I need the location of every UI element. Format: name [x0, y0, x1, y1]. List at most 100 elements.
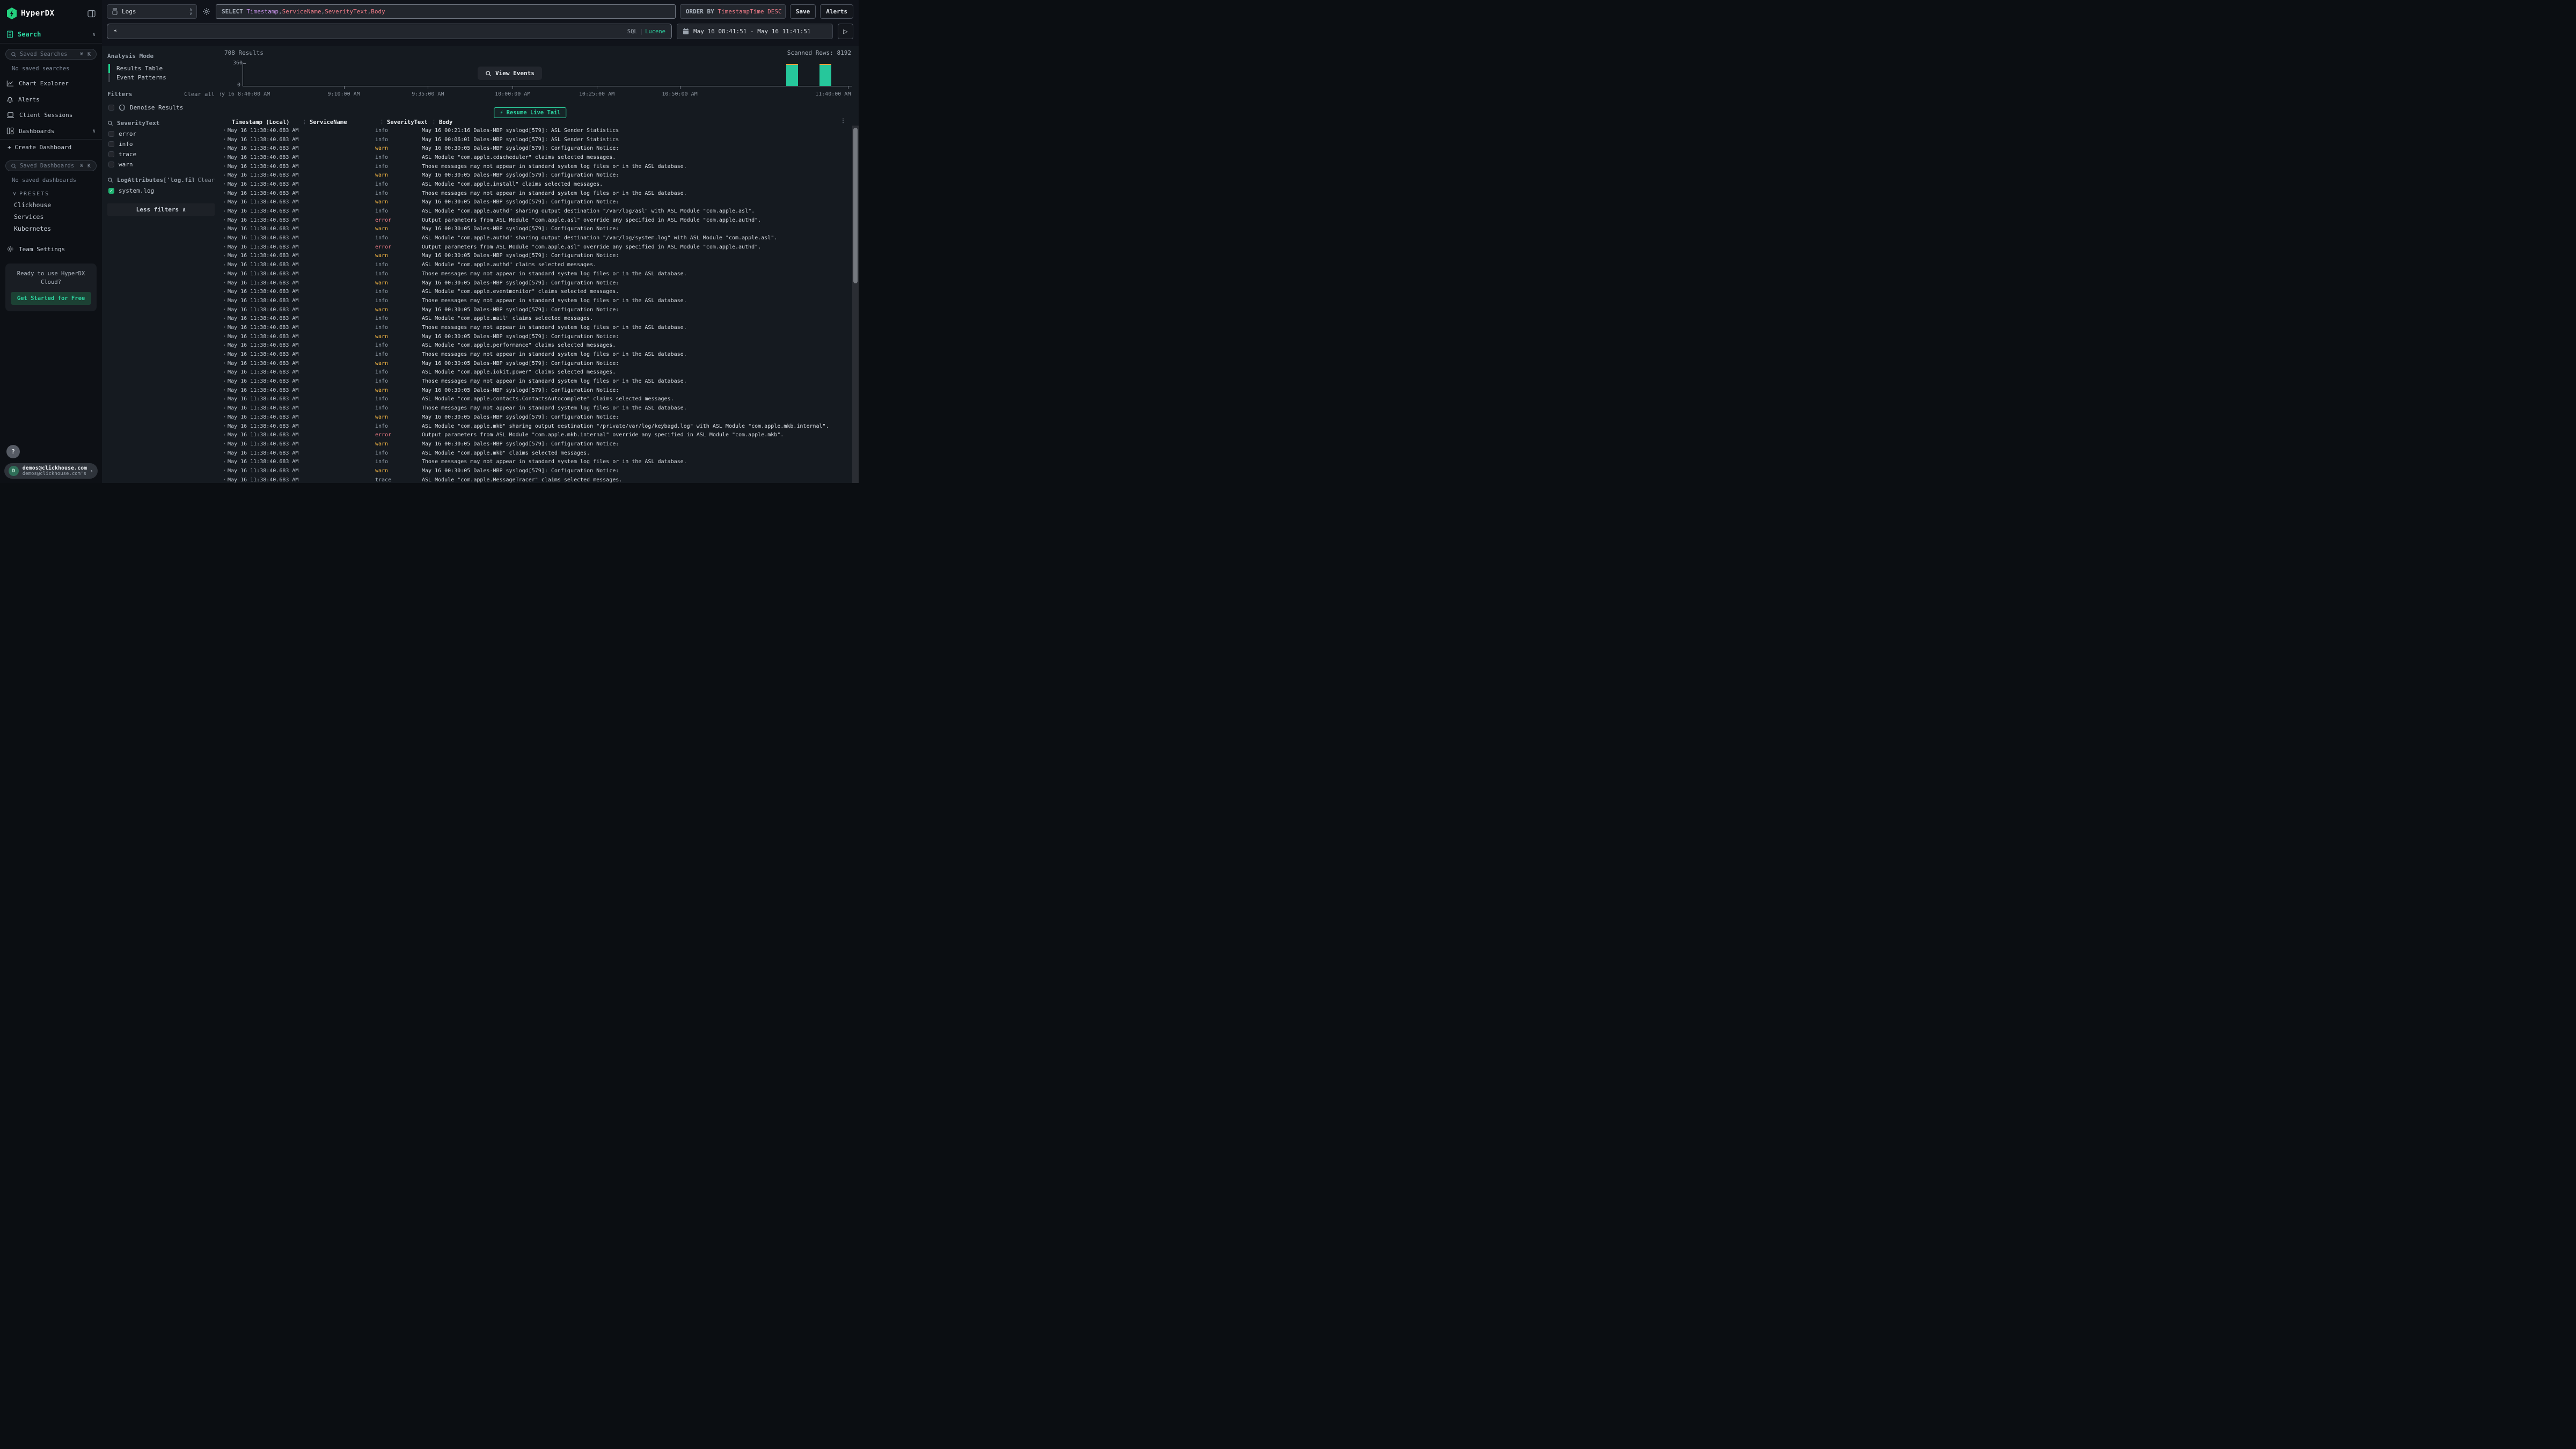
mode-sql[interactable]: SQL [627, 28, 638, 35]
expand-row-icon[interactable]: › [221, 334, 228, 339]
table-row[interactable]: ›May 16 11:38:40.683 AMwarnMay 16 00:30:… [220, 413, 859, 422]
table-row[interactable]: ›May 16 11:38:40.683 AMinfoThose message… [220, 189, 859, 198]
expand-row-icon[interactable]: › [221, 316, 228, 321]
checkbox-unchecked[interactable] [108, 131, 114, 137]
expand-row-icon[interactable]: › [221, 244, 228, 250]
expand-row-icon[interactable]: › [221, 325, 228, 330]
expand-row-icon[interactable]: › [221, 137, 228, 142]
checkbox-checked[interactable]: ✓ [108, 188, 114, 194]
column-resize-handle[interactable]: ⋮ [431, 120, 439, 125]
expand-row-icon[interactable]: › [221, 298, 228, 303]
expand-row-icon[interactable]: › [221, 414, 228, 420]
column-header-servicename[interactable]: ServiceName [310, 119, 379, 126]
checkbox-unchecked[interactable] [108, 151, 114, 157]
sidebar-item-client-sessions[interactable]: Client Sessions [0, 107, 102, 123]
expand-row-icon[interactable]: › [221, 468, 228, 473]
table-row[interactable]: ›May 16 11:38:40.683 AMinfoASL Module "c… [220, 395, 859, 404]
table-row[interactable]: ›May 16 11:38:40.683 AMinfoThose message… [220, 323, 859, 332]
table-row[interactable]: ›May 16 11:38:40.683 AMinfoASL Module "c… [220, 287, 859, 296]
date-range-picker[interactable]: May 16 08:41:51 - May 16 11:41:51 [677, 24, 833, 39]
table-row[interactable]: ›May 16 11:38:40.683 AMerrorOutput param… [220, 430, 859, 440]
table-row[interactable]: ›May 16 11:38:40.683 AMinfoThose message… [220, 296, 859, 305]
preset-item-kubernetes[interactable]: Kubernetes [0, 223, 102, 235]
run-query-button[interactable]: ▷ [838, 24, 853, 39]
sidebar-item-team-settings[interactable]: Team Settings [0, 241, 102, 257]
order-by-input[interactable]: ORDER BY TimestampTime DESC [680, 4, 786, 19]
preset-item-services[interactable]: Services [0, 211, 102, 223]
table-row[interactable]: ›May 16 11:38:40.683 AMinfoASL Module "c… [220, 260, 859, 269]
sidebar-item-dashboards[interactable]: Dashboards∧ [0, 123, 102, 139]
expand-row-icon[interactable]: › [221, 387, 228, 393]
checkbox-unchecked[interactable] [108, 105, 114, 111]
preset-item-clickhouse[interactable]: Clickhouse [0, 199, 102, 211]
table-row[interactable]: ›May 16 11:38:40.683 AMinfoASL Module "c… [220, 422, 859, 431]
analysis-mode-option-results-table[interactable]: Results Table [108, 64, 215, 73]
histogram-bar[interactable] [819, 64, 831, 86]
filter-option-error[interactable]: error [107, 129, 215, 139]
get-started-button[interactable]: Get Started for Free [11, 292, 91, 305]
expand-row-icon[interactable]: › [221, 128, 228, 133]
table-row[interactable]: ›May 16 11:38:40.683 AMwarnMay 16 00:30:… [220, 144, 859, 153]
analysis-mode-option-event-patterns[interactable]: Event Patterns [108, 73, 215, 82]
saved-searches-input[interactable]: Saved Searches ⌘ K [5, 49, 97, 60]
table-row[interactable]: ›May 16 11:38:40.683 AMwarnMay 16 00:30:… [220, 225, 859, 234]
expand-row-icon[interactable]: › [221, 352, 228, 357]
denoise-results-checkbox[interactable]: Denoise Results [107, 103, 215, 113]
table-row[interactable]: ›May 16 11:38:40.683 AMinfoASL Module "c… [220, 314, 859, 323]
table-row[interactable]: ›May 16 11:38:40.683 AMinfoASL Module "c… [220, 180, 859, 189]
table-row[interactable]: ›May 16 11:38:40.683 AMinfoASL Module "c… [220, 449, 859, 458]
table-row[interactable]: ›May 16 11:38:40.683 AMwarnMay 16 00:30:… [220, 466, 859, 475]
expand-row-icon[interactable]: › [221, 253, 228, 259]
help-button[interactable]: ? [6, 445, 20, 458]
table-row[interactable]: ›May 16 11:38:40.683 AMinfoASL Module "c… [220, 207, 859, 216]
table-row[interactable]: ›May 16 11:38:40.683 AMwarnMay 16 00:30:… [220, 198, 859, 207]
expand-row-icon[interactable]: › [221, 191, 228, 196]
column-header-body[interactable]: Body [439, 119, 452, 126]
expand-row-icon[interactable]: › [221, 433, 228, 438]
table-row[interactable]: ›May 16 11:38:40.683 AMwarnMay 16 00:30:… [220, 305, 859, 314]
column-resize-handle[interactable]: ⋮ [379, 120, 387, 125]
scrollbar-thumb[interactable] [853, 128, 858, 283]
column-resize-handle[interactable]: ⋮ [302, 120, 310, 125]
scrollbar-track[interactable] [852, 126, 859, 483]
sidebar-item-alerts[interactable]: Alerts [0, 91, 102, 107]
expand-row-icon[interactable]: › [221, 173, 228, 178]
table-row[interactable]: ›May 16 11:38:40.683 AMinfoThose message… [220, 457, 859, 466]
table-row[interactable]: ›May 16 11:38:40.683 AMinfoASL Module "c… [220, 368, 859, 377]
column-header-timestamp[interactable]: Timestamp (Local) [232, 119, 302, 126]
resume-live-tail-button[interactable]: ⚡ Resume Live Tail [494, 107, 566, 118]
alerts-button[interactable]: Alerts [820, 4, 853, 19]
expand-row-icon[interactable]: › [221, 280, 228, 286]
table-row[interactable]: ›May 16 11:38:40.683 AMinfoThose message… [220, 404, 859, 413]
table-row[interactable]: ›May 16 11:38:40.683 AMinfoThose message… [220, 269, 859, 279]
expand-row-icon[interactable]: › [221, 146, 228, 151]
table-row[interactable]: ›May 16 11:38:40.683 AMwarnMay 16 00:30:… [220, 171, 859, 180]
mode-lucene[interactable]: Lucene [645, 28, 665, 35]
expand-row-icon[interactable]: › [221, 226, 228, 232]
table-row[interactable]: ›May 16 11:38:40.683 AMerrorOutput param… [220, 243, 859, 252]
table-row[interactable]: ›May 16 11:38:40.683 AMinfoMay 16 00:06:… [220, 135, 859, 144]
expand-row-icon[interactable]: › [221, 236, 228, 241]
create-dashboard-button[interactable]: + Create Dashboard [0, 140, 102, 155]
source-select[interactable]: Logs ∧∨ [107, 4, 197, 19]
save-button[interactable]: Save [790, 4, 816, 19]
expand-row-icon[interactable]: › [221, 361, 228, 366]
clear-all-link[interactable]: Clear all [184, 91, 215, 98]
select-columns-input[interactable]: SELECT Timestamp, ServiceName, SeverityT… [216, 4, 676, 19]
search-query-input[interactable]: * SQL|Lucene [107, 24, 672, 39]
expand-row-icon[interactable]: › [221, 217, 228, 223]
checkbox-unchecked[interactable] [108, 162, 114, 167]
expand-row-icon[interactable]: › [221, 459, 228, 465]
table-row[interactable]: ›May 16 11:38:40.683 AMinfoASL Module "c… [220, 153, 859, 162]
table-row[interactable]: ›May 16 11:38:40.683 AMinfoASL Module "c… [220, 341, 859, 350]
expand-row-icon[interactable]: › [221, 262, 228, 268]
expand-row-icon[interactable]: › [221, 397, 228, 402]
table-row[interactable]: ›May 16 11:38:40.683 AMwarnMay 16 00:30:… [220, 386, 859, 395]
table-row[interactable]: ›May 16 11:38:40.683 AMwarnMay 16 00:30:… [220, 279, 859, 288]
expand-row-icon[interactable]: › [221, 289, 228, 295]
sidebar-item-search[interactable]: Search ∧ [0, 26, 102, 43]
expand-row-icon[interactable]: › [221, 379, 228, 384]
expand-row-icon[interactable]: › [221, 271, 228, 276]
table-row[interactable]: ›May 16 11:38:40.683 AMinfoThose message… [220, 377, 859, 386]
expand-row-icon[interactable]: › [221, 423, 228, 429]
